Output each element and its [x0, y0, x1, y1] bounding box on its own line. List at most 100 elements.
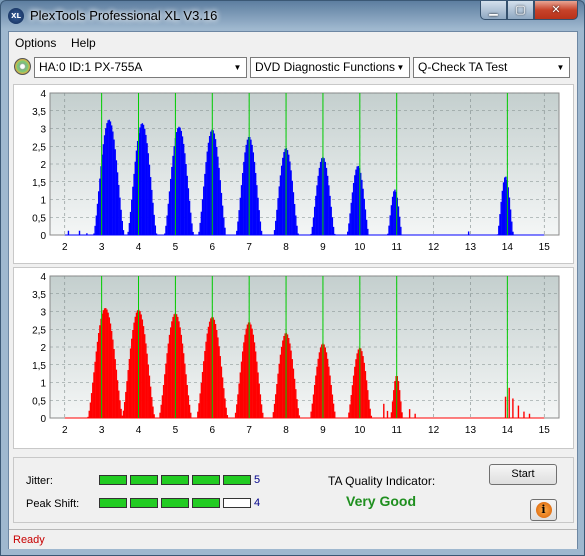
peak-shift-value: 4: [254, 497, 261, 509]
peak-shift-meter-segment: [130, 498, 158, 508]
histogram-bar: [517, 405, 520, 418]
x-tick-label: 9: [320, 242, 326, 253]
test-select[interactable]: Q-Check TA Test ▼: [413, 57, 570, 78]
app-logo-icon: XL: [8, 8, 24, 24]
quality-indicator-label: TA Quality Indicator:: [328, 474, 436, 488]
x-tick-label: 14: [502, 425, 514, 436]
peak-shift-meter-segment: [161, 498, 189, 508]
window-controls: ▁ ▢ ✕: [480, 1, 578, 21]
histogram-bar: [190, 412, 192, 418]
y-tick-label: 1: [40, 196, 46, 207]
jitter-meter-segment: [130, 475, 158, 485]
histogram-bar: [401, 412, 403, 418]
x-tick-label: 4: [136, 242, 142, 253]
info-icon: i: [535, 502, 552, 518]
drive-select[interactable]: HA:0 ID:1 PX-755A ▼: [34, 57, 247, 78]
y-tick-label: 1,5: [32, 178, 46, 189]
peak-shift-meter-segment: [192, 498, 220, 508]
x-tick-label: 14: [502, 242, 514, 253]
histogram-bar: [332, 226, 335, 235]
x-tick-label: 2: [62, 425, 68, 436]
menu-options[interactable]: Options: [15, 36, 56, 50]
histogram-bar: [467, 231, 470, 235]
start-button[interactable]: Start: [489, 464, 557, 485]
histogram-bar: [334, 411, 336, 418]
y-tick-label: 3,5: [32, 290, 46, 301]
window-title: PlexTools Professional XL V3.16: [30, 8, 218, 23]
y-tick-label: 2,5: [32, 142, 46, 153]
drive-select-value: HA:0 ID:1 PX-755A: [39, 60, 143, 74]
y-tick-label: 0: [40, 231, 46, 242]
x-tick-label: 11: [392, 242, 403, 253]
x-tick-label: 5: [173, 425, 179, 436]
x-tick-label: 12: [428, 242, 440, 253]
x-tick-label: 11: [392, 425, 403, 436]
y-tick-label: 4: [40, 272, 46, 283]
upper-graph-panel: 0 0,5 1 1,5 2 2,5 3 3,5 4 2 3 4 5 6 7 8 9 10 11 12 13 14 15: [13, 84, 574, 264]
lower-graph-panel: 0 0,5 1 1,5 2 2,5 3 3,5 4 2 3 4 5 6 7 8 9 10 11 12 13 14 15: [13, 267, 574, 449]
x-tick-label: 6: [210, 425, 216, 436]
x-tick-label: 12: [428, 425, 440, 436]
y-tick-label: 3: [40, 125, 46, 136]
x-tick-label: 8: [283, 425, 289, 436]
histogram-bar: [383, 403, 385, 418]
x-tick-label: 4: [136, 425, 142, 436]
x-tick-label: 10: [354, 242, 366, 253]
histogram-bar: [262, 412, 264, 418]
x-tick-label: 3: [99, 242, 105, 253]
client-area: Options Help HA:0 ID:1 PX-755A ▼ DVD Dia…: [8, 31, 578, 549]
y-tick-label: 0,5: [32, 213, 46, 224]
x-tick-label: 5: [173, 242, 179, 253]
x-tick-label: 13: [465, 425, 477, 436]
function-select-value: DVD Diagnostic Functions: [255, 60, 396, 74]
maximize-button[interactable]: ▢: [507, 1, 534, 20]
jitter-meter-segment: [99, 475, 127, 485]
y-tick-label: 0,5: [32, 396, 46, 407]
info-button[interactable]: i: [530, 499, 557, 521]
histogram-bar: [224, 227, 226, 235]
histogram-bar: [153, 414, 155, 418]
menu-bar: Options Help: [9, 32, 577, 53]
x-tick-label: 9: [320, 425, 326, 436]
histogram-bar: [414, 413, 416, 418]
histogram-bar: [528, 413, 531, 418]
y-tick-label: 2: [40, 160, 46, 171]
function-select[interactable]: DVD Diagnostic Functions ▼: [250, 57, 410, 78]
histogram-bar: [400, 226, 402, 235]
menu-help[interactable]: Help: [71, 36, 96, 50]
histogram-bar: [260, 230, 263, 235]
histogram-bar: [512, 398, 514, 418]
quality-indicator-value: Very Good: [346, 493, 417, 509]
disc-drive-icon: [14, 58, 31, 75]
y-tick-label: 2,5: [32, 325, 46, 336]
lower-ta-chart: 0 0,5 1 1,5 2 2,5 3 3,5 4 2 3 4 5 6 7 8 9 10 11 12 13 14 15: [32, 272, 560, 436]
histogram-bar: [67, 230, 70, 235]
x-tick-label: 6: [210, 242, 216, 253]
chevron-down-icon: ▼: [396, 63, 405, 72]
x-tick-label: 7: [246, 425, 252, 436]
jitter-meter-segment: [223, 475, 251, 485]
histogram-bar: [408, 409, 411, 418]
peak-shift-meter-segment: [99, 498, 127, 508]
x-tick-label: 13: [465, 242, 477, 253]
peak-shift-meter: [99, 498, 254, 508]
status-bar: Ready: [9, 529, 577, 549]
minimize-button[interactable]: ▁: [480, 1, 507, 20]
jitter-value: 5: [254, 474, 261, 486]
upper-ta-chart: 0 0,5 1 1,5 2 2,5 3 3,5 4 2 3 4 5 6 7 8 9 10 11 12 13 14 15: [32, 89, 560, 253]
x-tick-label: 15: [539, 425, 551, 436]
jitter-meter: [99, 475, 254, 485]
jitter-meter-segment: [192, 475, 220, 485]
results-panel: Jitter: 5 Peak Shift: 4 TA Quality Indic…: [13, 457, 574, 523]
peak-shift-label: Peak Shift:: [26, 498, 80, 510]
chevron-down-icon: ▼: [233, 63, 242, 72]
test-select-value: Q-Check TA Test: [418, 60, 508, 74]
y-tick-label: 0: [40, 414, 46, 425]
close-button[interactable]: ✕: [534, 1, 578, 20]
chevron-down-icon: ▼: [556, 63, 565, 72]
jitter-label: Jitter:: [26, 475, 53, 487]
title-bar[interactable]: XL PlexTools Professional XL V3.16 ▁ ▢ ✕: [1, 1, 584, 31]
toolbar: HA:0 ID:1 PX-755A ▼ DVD Diagnostic Funct…: [9, 54, 577, 80]
histogram-bar: [508, 387, 510, 418]
x-tick-label: 10: [354, 425, 366, 436]
